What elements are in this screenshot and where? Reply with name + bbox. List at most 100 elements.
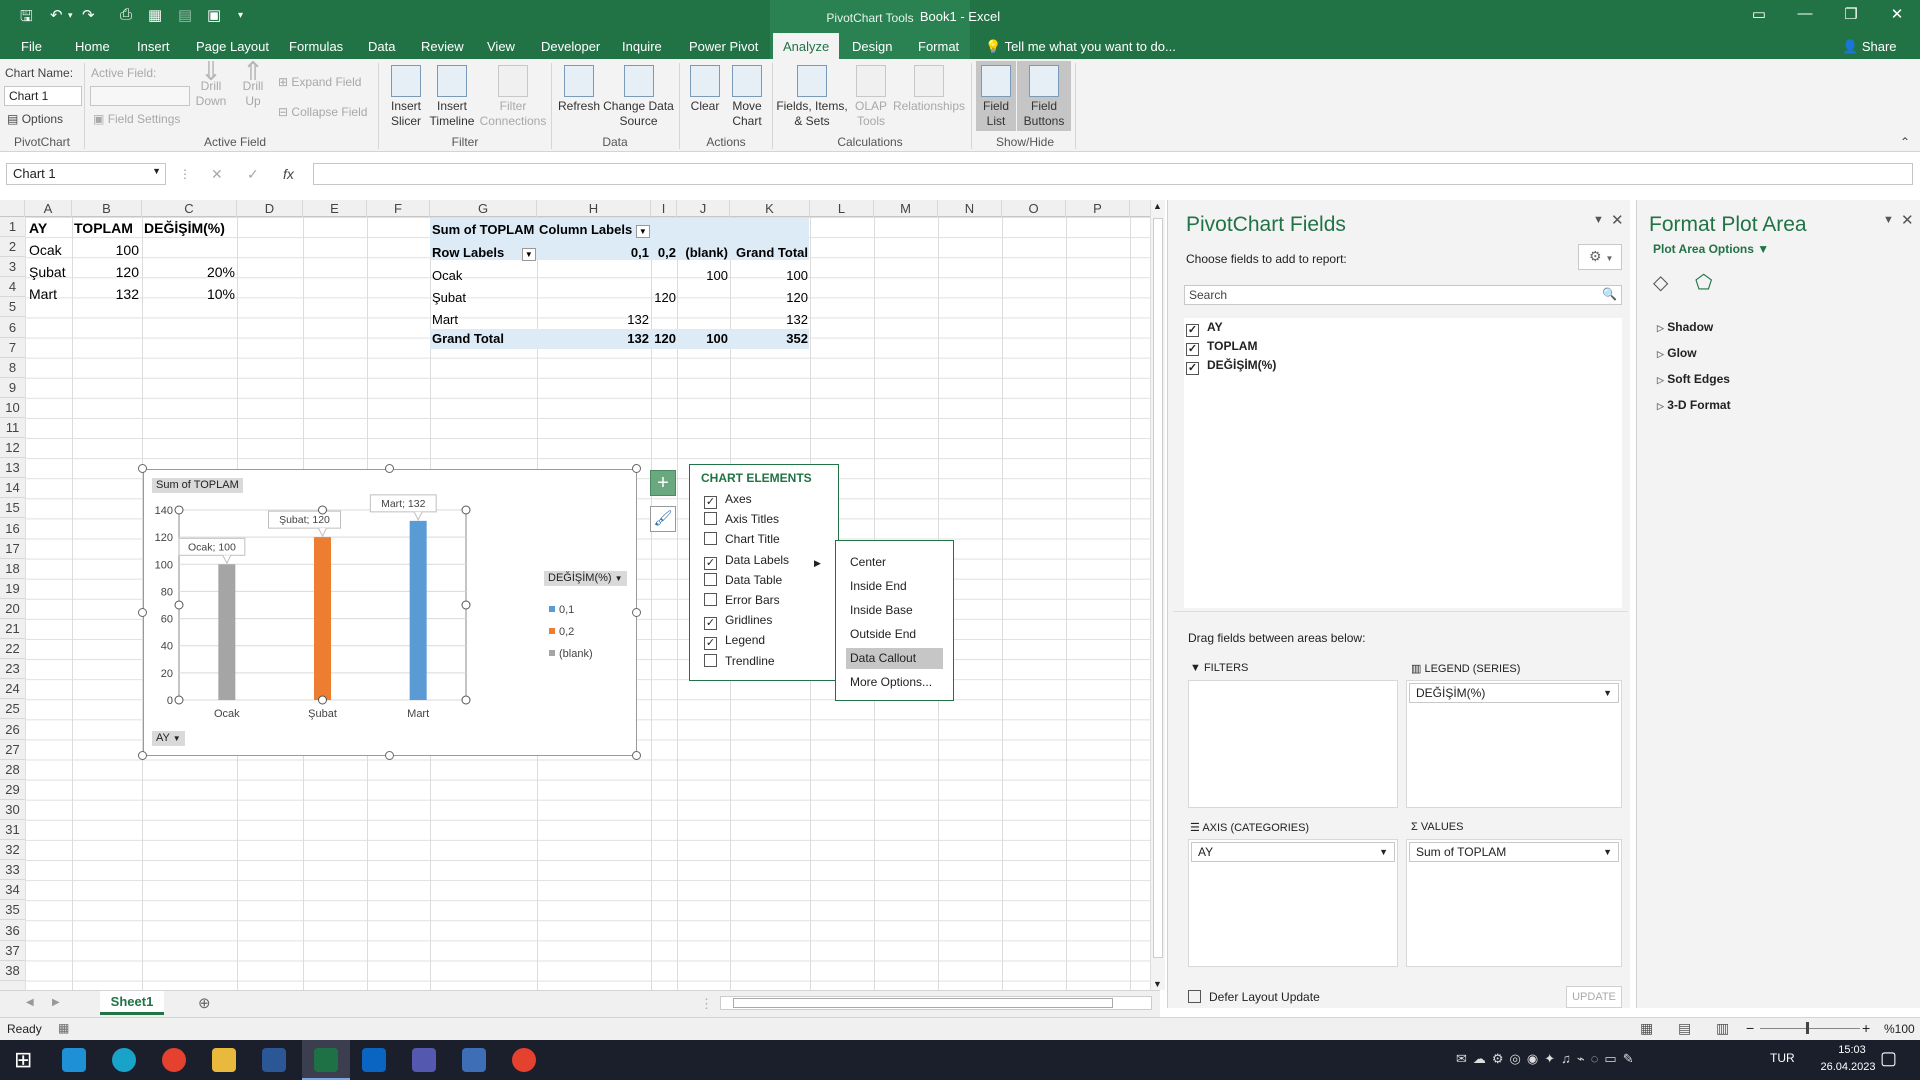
column-header[interactable]: N <box>938 200 1002 217</box>
checkbox-unchecked[interactable] <box>704 653 717 667</box>
row-header[interactable]: 14 <box>0 478 25 499</box>
row-header[interactable]: 5 <box>0 297 25 318</box>
column-header[interactable]: E <box>303 200 367 217</box>
tab-review[interactable]: Review <box>421 39 464 54</box>
scroll-left-icon[interactable]: ◀ <box>26 997 34 1008</box>
chart-element-trendline[interactable]: Trendline <box>704 653 775 669</box>
formula-input[interactable] <box>313 163 1913 185</box>
resize-handle[interactable] <box>632 608 641 617</box>
tab-view[interactable]: View <box>487 39 515 54</box>
row-header[interactable]: 11 <box>0 418 25 438</box>
column-header[interactable]: D <box>237 200 303 217</box>
move-chart-button[interactable]: Move Chart <box>726 61 768 129</box>
tab-home[interactable]: Home <box>75 39 110 54</box>
data-label-option-outside-end[interactable]: Outside End <box>846 624 943 645</box>
ribbon-display-icon[interactable]: ▭ <box>1744 5 1774 23</box>
relationships-button[interactable]: Relationships <box>891 61 967 114</box>
row-header[interactable]: 12 <box>0 438 25 459</box>
data-label-option-inside-base[interactable]: Inside Base <box>846 600 943 621</box>
resize-handle[interactable] <box>138 751 147 760</box>
row-header[interactable]: 28 <box>0 760 25 780</box>
outlook-icon[interactable] <box>362 1048 386 1072</box>
row-header[interactable]: 32 <box>0 840 25 861</box>
column-header[interactable]: L <box>810 200 874 217</box>
insert-timeline-button[interactable]: Insert Timeline <box>426 61 478 129</box>
chrome-icon[interactable] <box>512 1048 536 1072</box>
pivot-total[interactable]: 352 <box>730 329 808 349</box>
clock-date[interactable]: 26.04.2023 <box>1808 1061 1888 1073</box>
pivot-cell[interactable]: 120 <box>730 288 808 308</box>
row-header[interactable]: 26 <box>0 720 25 740</box>
zoom-slider[interactable] <box>1760 1028 1860 1029</box>
row-header[interactable]: 23 <box>0 659 25 680</box>
chart-element-legend[interactable]: ✓ Legend <box>704 632 765 651</box>
filter-dropdown-icon[interactable]: ▼ <box>521 248 536 261</box>
page-layout-view-icon[interactable]: ▤ <box>1678 1020 1691 1037</box>
column-header[interactable]: M <box>874 200 938 217</box>
tab-inquire[interactable]: Inquire <box>622 39 662 54</box>
edge-icon[interactable] <box>112 1048 136 1072</box>
legend-field-pill[interactable]: DEĞİŞİM(%) ▼ <box>1409 683 1619 703</box>
chart-styles-button[interactable]: 🖌 <box>650 506 676 532</box>
row-header[interactable]: 13 <box>0 458 25 479</box>
page-break-view-icon[interactable]: ▥ <box>1716 1020 1729 1037</box>
pivot-total[interactable]: 120 <box>651 329 676 349</box>
language-indicator[interactable]: TUR <box>1770 1051 1795 1065</box>
axis-area[interactable]: AY ▼ <box>1188 839 1398 967</box>
split-handle-icon[interactable]: ⋮ <box>700 996 713 1012</box>
word-icon[interactable] <box>262 1048 286 1072</box>
vertical-scrollbar[interactable]: ▲ ▼ <box>1150 200 1165 990</box>
enter-icon[interactable]: ✓ <box>247 166 259 183</box>
cell[interactable]: Ocak <box>29 240 62 260</box>
pivot-row-labels[interactable]: Row Labels ▼ <box>432 243 536 263</box>
collapse-ribbon-icon[interactable]: ⌃ <box>1900 135 1910 149</box>
checkbox-unchecked[interactable] <box>704 593 717 606</box>
field-list-button[interactable]: Field List <box>976 61 1016 131</box>
row-header[interactable]: 15 <box>0 498 25 519</box>
row-header[interactable]: 20 <box>0 599 25 619</box>
pivot-col-header[interactable]: 0,2 <box>651 243 676 263</box>
row-header[interactable]: 30 <box>0 800 25 820</box>
field-settings-button[interactable]: ▣ Field Settings <box>93 112 180 126</box>
checkbox-checked[interactable]: ✓ <box>704 556 717 570</box>
tell-me-search[interactable]: 💡 Tell me what you want to do... <box>985 39 1176 55</box>
clock-time[interactable]: 15:03 <box>1822 1044 1882 1056</box>
column-header[interactable]: K <box>730 200 810 217</box>
row-header[interactable]: 18 <box>0 559 25 579</box>
column-header[interactable]: A <box>25 200 72 217</box>
data-label-option-inside-end[interactable]: Inside End <box>846 576 943 597</box>
restore-icon[interactable]: ❐ <box>1836 5 1866 23</box>
resize-handle[interactable] <box>632 464 641 473</box>
pane-options-icon[interactable]: ▼ <box>1883 214 1894 226</box>
update-button[interactable]: UPDATE <box>1566 986 1622 1008</box>
tab-data[interactable]: Data <box>368 39 395 54</box>
ie-icon[interactable] <box>62 1048 86 1072</box>
row-header[interactable]: 9 <box>0 378 25 398</box>
row-header[interactable]: 7 <box>0 338 25 358</box>
chart-element-axis-titles[interactable]: Axis Titles <box>704 511 779 527</box>
scroll-down-icon[interactable]: ▼ <box>1153 979 1162 989</box>
zoom-thumb[interactable] <box>1806 1022 1809 1034</box>
checkbox-checked[interactable]: ✓ <box>1186 324 1199 337</box>
section-3d-format[interactable]: ▷ 3-D Format <box>1657 398 1731 412</box>
cell-header[interactable]: AY <box>29 218 47 238</box>
row-header[interactable]: 29 <box>0 780 25 800</box>
scroll-up-icon[interactable]: ▲ <box>1153 201 1162 211</box>
row-header[interactable]: 31 <box>0 820 25 840</box>
select-all-corner[interactable] <box>0 200 25 217</box>
close-icon[interactable]: ✕ <box>1611 211 1624 229</box>
chart-element-chart-title[interactable]: Chart Title <box>704 531 780 547</box>
chart-element-data-labels[interactable]: ✓ Data Labels <box>704 552 789 570</box>
tab-formulas[interactable]: Formulas <box>289 39 343 54</box>
collapse-field-button[interactable]: ⊟ Collapse Field <box>278 105 367 119</box>
tab-insert[interactable]: Insert <box>137 39 170 54</box>
column-header[interactable]: H <box>537 200 651 217</box>
tab-power-pivot[interactable]: Power Pivot <box>689 39 758 54</box>
normal-view-icon[interactable]: ▦ <box>1640 1020 1653 1037</box>
field-search-input[interactable]: Search 🔍 <box>1184 285 1622 305</box>
fx-button[interactable]: fx <box>283 166 294 182</box>
row-header[interactable]: 22 <box>0 639 25 660</box>
pivot-cell[interactable]: 100 <box>730 266 808 286</box>
resize-handle[interactable] <box>385 751 394 760</box>
field-item-toplam[interactable]: ✓ TOPLAM <box>1186 339 1257 356</box>
